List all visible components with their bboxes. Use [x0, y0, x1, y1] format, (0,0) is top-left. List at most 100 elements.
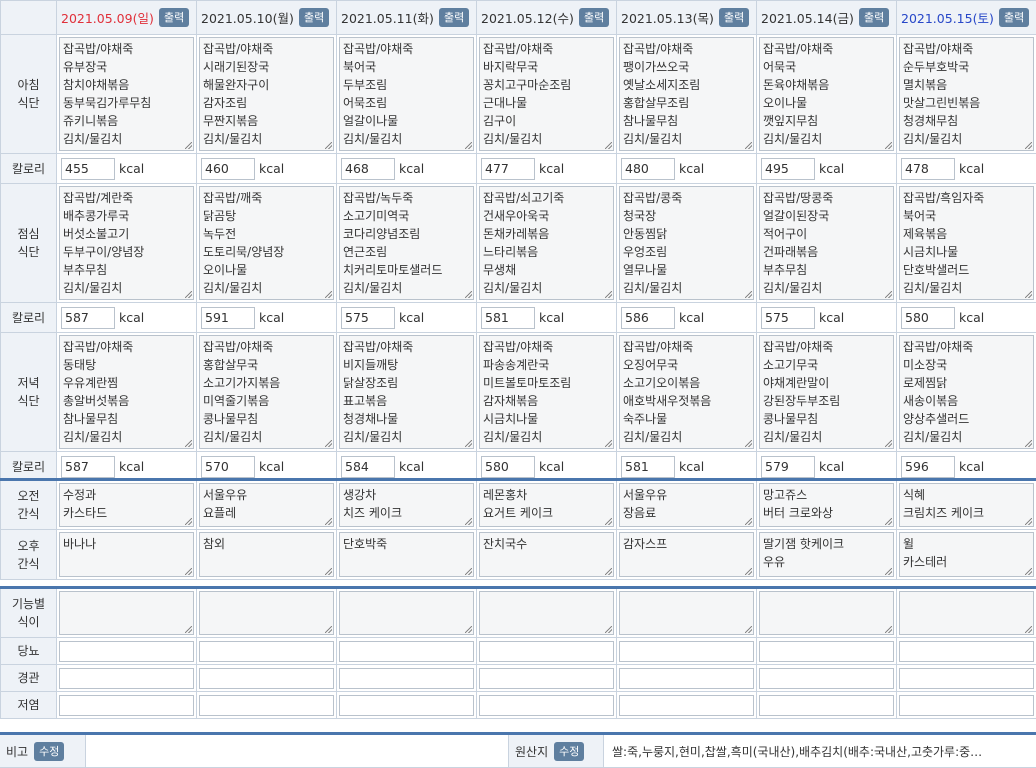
dinner-menu-textarea[interactable]: 잡곡밥/야채죽 파송송계란국 미트볼토마토조림 감자채볶음 시금치나물 김치/물김치 — [479, 335, 614, 449]
calorie-input[interactable]: 580 — [481, 455, 535, 478]
pm_snack-textarea[interactable]: 딸기잼 핫케이크 우유 — [759, 532, 894, 577]
calorie-input[interactable]: 478 — [901, 157, 955, 180]
diabetes-input[interactable] — [619, 640, 754, 662]
origin-edit-button[interactable]: 수정 — [554, 741, 585, 761]
breakfast-menu-textarea[interactable]: 잡곡밥/야채죽 북어국 두부조림 어묵조림 얼갈이나물 김치/물김치 — [339, 37, 474, 151]
am_snack-textarea[interactable]: 식혜 크림치즈 케이크 — [899, 483, 1034, 527]
dinner-menu-textarea[interactable]: 잡곡밥/야채죽 비지들깨탕 닭살장조림 표고볶음 청경채나물 김치/물김치 — [339, 335, 474, 449]
row-label-text: 기능별 — [11, 597, 46, 611]
calorie-input[interactable]: 460 — [201, 157, 255, 180]
calorie-input[interactable]: 580 — [901, 306, 955, 329]
functional-diet-textarea[interactable] — [59, 591, 194, 635]
dinner-menu-textarea[interactable]: 잡곡밥/야채죽 홍합살무국 소고기가지볶음 미역줄기볶음 콩나물무침 김치/물김치 — [199, 335, 334, 449]
pm_snack-textarea[interactable]: 바나나 — [59, 532, 194, 577]
calorie-input[interactable]: 586 — [621, 306, 675, 329]
dinner-menu-line: 새송이볶음 — [903, 394, 959, 408]
print-button[interactable]: 출력 — [159, 8, 190, 27]
diabetes-input[interactable] — [479, 640, 614, 662]
functional-diet-textarea[interactable] — [899, 591, 1034, 635]
lunch-menu-textarea[interactable]: 잡곡밥/콩죽 청국장 안동찜닭 우엉조림 열무나물 김치/물김치 — [619, 186, 754, 300]
lunch-menu-textarea[interactable]: 잡곡밥/쇠고기죽 건새우아욱국 돈채카레볶음 느타리볶음 무생채 김치/물김치 — [479, 186, 614, 300]
calorie-input[interactable]: 591 — [201, 306, 255, 329]
calorie-input[interactable]: 584 — [341, 455, 395, 478]
breakfast-menu-textarea[interactable]: 잡곡밥/야채죽 바지락무국 꽁치고구마순조림 근대나물 김구이 김치/물김치 — [479, 37, 614, 151]
diabetes-input[interactable] — [59, 640, 194, 662]
functional-diet-textarea[interactable] — [339, 591, 474, 635]
tube-input[interactable] — [619, 667, 754, 689]
diabetes-input[interactable] — [199, 640, 334, 662]
low_salt-input[interactable] — [339, 694, 474, 716]
print-button[interactable]: 출력 — [299, 8, 330, 27]
calorie-input[interactable]: 480 — [621, 157, 675, 180]
lunch-menu-textarea[interactable]: 잡곡밥/땅콩죽 얼갈이된장국 적어구이 건파래볶음 부추무침 김치/물김치 — [759, 186, 894, 300]
calorie-input[interactable]: 575 — [761, 306, 815, 329]
calorie-input[interactable]: 575 — [341, 306, 395, 329]
dinner-menu-line: 잡곡밥/야채죽 — [623, 340, 694, 354]
breakfast-menu-textarea[interactable]: 잡곡밥/야채죽 시래기된장국 해물완자구이 감자조림 무짠지볶음 김치/물김치 — [199, 37, 334, 151]
print-button[interactable]: 출력 — [579, 8, 610, 27]
tube-input[interactable] — [479, 667, 614, 689]
breakfast-menu-cell: 잡곡밥/야채죽 바지락무국 꽁치고구마순조림 근대나물 김구이 김치/물김치 — [476, 34, 617, 154]
low_salt-input[interactable] — [199, 694, 334, 716]
pm_snack-textarea[interactable]: 감자스프 — [619, 532, 754, 577]
functional-diet-textarea[interactable] — [759, 591, 894, 635]
pm_snack-textarea[interactable]: 참외 — [199, 532, 334, 577]
lunch-menu-textarea[interactable]: 잡곡밥/녹두죽 소고기미역국 코다리양념조림 연근조림 치커리토마토샐러드 김치/물김치 — [339, 186, 474, 300]
am_snack-textarea[interactable]: 망고쥬스 버터 크로와상 — [759, 483, 894, 527]
functional-diet-textarea[interactable] — [479, 591, 614, 635]
low_salt-input[interactable] — [899, 694, 1034, 716]
diabetes-input[interactable] — [339, 640, 474, 662]
dinner-menu-textarea[interactable]: 잡곡밥/야채죽 미소장국 로제찜닭 새송이볶음 양상추샐러드 김치/물김치 — [899, 335, 1034, 449]
breakfast-menu-textarea[interactable]: 잡곡밥/야채죽 팽이가쓰오국 옛날소세지조림 홍합살무조림 참나물무침 김치/물김치 — [619, 37, 754, 151]
calorie-input[interactable]: 587 — [61, 306, 115, 329]
am_snack-textarea[interactable]: 서울우유 요플레 — [199, 483, 334, 527]
pm_snack-textarea[interactable]: 윌 카스테러 — [899, 532, 1034, 577]
tube-input[interactable] — [199, 667, 334, 689]
tube-input[interactable] — [899, 667, 1034, 689]
calorie-input[interactable]: 455 — [61, 157, 115, 180]
calorie-input[interactable]: 587 — [61, 455, 115, 478]
breakfast-menu-textarea[interactable]: 잡곡밥/야채죽 어묵국 돈육야채볶음 오이나물 깻잎지무침 김치/물김치 — [759, 37, 894, 151]
functional-diet-textarea[interactable] — [199, 591, 334, 635]
am_snack-textarea[interactable]: 수정과 카스타드 — [59, 483, 194, 527]
calorie-input[interactable]: 581 — [621, 455, 675, 478]
print-button[interactable]: 출력 — [439, 8, 470, 27]
dinner-menu-textarea[interactable]: 잡곡밥/야채죽 소고기무국 야채계란말이 강된장두부조림 콩나물무침 김치/물김치 — [759, 335, 894, 449]
diabetes-input[interactable] — [759, 640, 894, 662]
print-button[interactable]: 출력 — [999, 8, 1030, 27]
remarks-edit-button[interactable]: 수정 — [34, 741, 65, 761]
low_salt-input[interactable] — [479, 694, 614, 716]
tube-input[interactable] — [759, 667, 894, 689]
remarks-value[interactable] — [86, 735, 508, 767]
calorie-input[interactable]: 477 — [481, 157, 535, 180]
calorie-input[interactable]: 495 — [761, 157, 815, 180]
tube-cell — [896, 664, 1036, 692]
low_salt-input[interactable] — [619, 694, 754, 716]
low_salt-input[interactable] — [59, 694, 194, 716]
calorie-input[interactable]: 596 — [901, 455, 955, 478]
breakfast-menu-textarea[interactable]: 잡곡밥/야채죽 순두부호박국 멸치볶음 맛살그린빈볶음 청경채무침 김치/물김치 — [899, 37, 1034, 151]
low_salt-input[interactable] — [759, 694, 894, 716]
calorie-input[interactable]: 581 — [481, 306, 535, 329]
tube-input[interactable] — [339, 667, 474, 689]
functional-diet-textarea[interactable] — [619, 591, 754, 635]
lunch-menu-textarea[interactable]: 잡곡밥/깨죽 닭곰탕 녹두전 도토리묵/양념장 오이나물 김치/물김치 — [199, 186, 334, 300]
print-button[interactable]: 출력 — [859, 8, 890, 27]
diabetes-input[interactable] — [899, 640, 1034, 662]
lunch-menu-textarea[interactable]: 잡곡밥/흑임자죽 북어국 제육볶음 시금치나물 단호박샐러드 김치/물김치 — [899, 186, 1034, 300]
calorie-input[interactable]: 468 — [341, 157, 395, 180]
calorie-input[interactable]: 579 — [761, 455, 815, 478]
breakfast-menu-line: 무짠지볶음 — [203, 114, 259, 128]
am_snack-textarea[interactable]: 레몬홍차 요거트 케이크 — [479, 483, 614, 527]
dinner-menu-textarea[interactable]: 잡곡밥/야채죽 오징어무국 소고기오이볶음 애호박새우젓볶음 숙주나물 김치/물김치 — [619, 335, 754, 449]
am_snack-textarea[interactable]: 서울우유 장음료 — [619, 483, 754, 527]
am_snack-textarea[interactable]: 생강차 치즈 케이크 — [339, 483, 474, 527]
print-button[interactable]: 출력 — [719, 8, 750, 27]
breakfast-menu-textarea[interactable]: 잡곡밥/야채죽 유부장국 참치야채볶음 동부묵김가루무침 쥬키니볶음 김치/물김치 — [59, 37, 194, 151]
lunch-menu-textarea[interactable]: 잡곡밥/계란죽 배추콩가루국 버섯소불고기 두부구이/양념장 부추무침 김치/물김치 — [59, 186, 194, 300]
pm_snack-textarea[interactable]: 단호박죽 — [339, 532, 474, 577]
calorie-input[interactable]: 570 — [201, 455, 255, 478]
pm_snack-textarea[interactable]: 잔치국수 — [479, 532, 614, 577]
dinner-menu-textarea[interactable]: 잡곡밥/야채죽 동태탕 우유계란찜 총알버섯볶음 참나물무침 김치/물김치 — [59, 335, 194, 449]
tube-input[interactable] — [59, 667, 194, 689]
